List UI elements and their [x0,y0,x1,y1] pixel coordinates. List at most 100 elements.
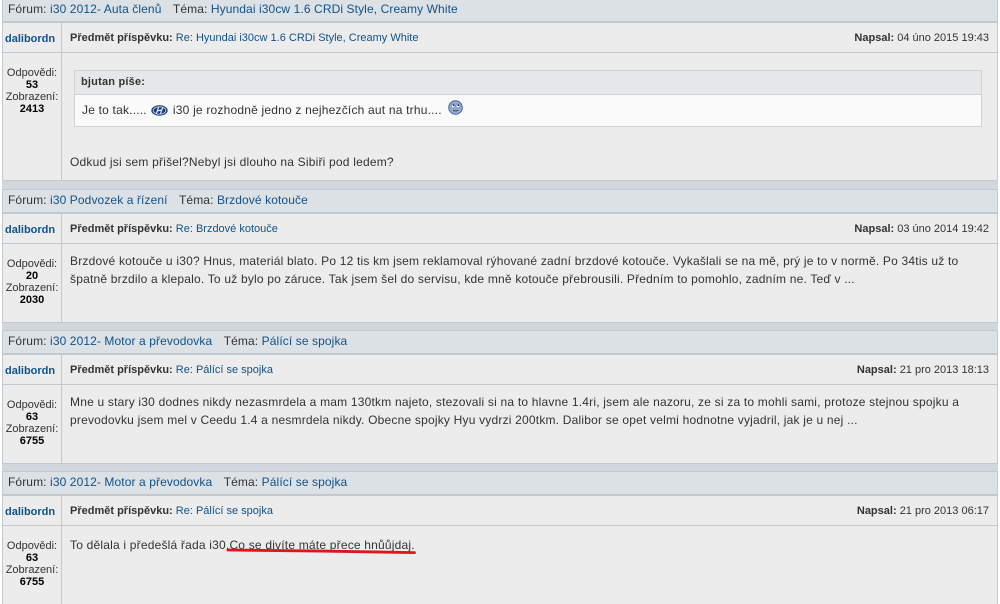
topic-stats: Odpovědi: 53 Zobrazení: 2413 [3,53,61,180]
post-meta: Předmět příspěvku: Re: Pálící se spojka … [62,496,997,525]
posted-date: 03 úno 2014 19:42 [897,222,989,235]
topic-stats: Odpovědi: 20 Zobrazení: 2030 [3,244,61,322]
result-header: Fórum: i30 2012- Motor a převodovka Téma… [3,331,997,353]
subject-link[interactable]: Re: Hyundai i30cw 1.6 CRDi Style, Creamy… [176,32,419,44]
author-cell: dalibordn [3,23,61,52]
views-count: 6755 [19,576,45,588]
subject-label: Předmět příspěvku: [70,363,173,376]
subject-label: Předmět příspěvku: [70,504,173,517]
subject-link[interactable]: Re: Pálící se spojka [176,505,273,517]
author-cell: dalibordn [3,496,61,525]
result-block: Fórum: i30 Podvozek a řízení Téma: Brzdo… [2,189,998,323]
post-text: Brzdové kotouče u i30? Hnus, materiál bl… [70,254,959,286]
post-meta: Předmět příspěvku: Re: Pálící se spojka … [62,355,997,384]
smiley-icon [448,100,464,116]
forum-link[interactable]: i30 Podvozek a řízení [50,193,168,207]
forum-label: Fórum: [8,475,47,489]
posted: Napsal: 03 úno 2014 19:42 [854,223,989,235]
subject: Předmět příspěvku: Re: Pálící se spojka [70,505,273,517]
posted-label: Napsal: [854,222,895,235]
replies-count: 20 [25,270,39,282]
post-content: Mne u stary i30 dodnes nikdy nezasmrdela… [62,385,997,463]
posted-date: 04 úno 2015 19:43 [897,31,989,44]
posted: Napsal: 04 úno 2015 19:43 [854,32,989,44]
topic-label: Téma: [223,334,259,348]
author-link[interactable]: dalibordn [5,224,55,236]
quote-text-start: Je to tak..... [82,103,147,117]
views-label: Zobrazení: [5,91,59,103]
posted: Napsal: 21 pro 2013 18:13 [857,364,989,376]
post-text: Mne u stary i30 dodnes nikdy nezasmrdela… [70,395,960,427]
posted-date: 21 pro 2013 06:17 [899,504,989,517]
forum-label: Fórum: [8,334,47,348]
author-link[interactable]: dalibordn [5,33,55,45]
views-label: Zobrazení: [5,423,59,435]
underlined-text: Co se divíte máte přece hnůůjdaj. [229,538,414,552]
result-header: Fórum: i30 Podvozek a řízení Téma: Brzdo… [3,190,997,212]
subject: Předmět příspěvku: Re: Hyundai i30cw 1.6… [70,32,418,44]
post-body-row: Odpovědi: 63 Zobrazení: 6755 To dělala i… [3,526,997,604]
quote-body: Je to tak..... i30 je rozhodně jedno z n… [75,95,981,126]
replies-label: Odpovědi: [6,258,58,270]
views-count: 6755 [19,435,45,447]
search-results-page: Fórum: i30 2012- Auta členů Téma: Hyunda… [0,0,1000,604]
posted-label: Napsal: [856,504,897,517]
post-meta-row: dalibordn Předmět příspěvku: Re: Pálící … [3,355,997,384]
author-link[interactable]: dalibordn [5,365,55,377]
post-text-line: To dělala i předešlá řada i30.Co se diví… [70,536,989,554]
post-meta-row: dalibordn Předmět příspěvku: Re: Hyundai… [3,23,997,52]
forum-link[interactable]: i30 2012- Motor a převodovka [50,334,212,348]
topic-stats: Odpovědi: 63 Zobrazení: 6755 [3,385,61,463]
replies-label: Odpovědi: [6,540,58,552]
quote-box: bjutan píše: Je to tak..... i30 je rozho… [74,70,982,127]
topic-label: Téma: [223,475,259,489]
replies-label: Odpovědi: [6,67,58,79]
result-block: Fórum: i30 2012- Motor a převodovka Téma… [2,471,998,604]
posted-label: Napsal: [856,363,897,376]
post-meta: Předmět příspěvku: Re: Brzdové kotouče N… [62,214,997,243]
post-meta: Předmět příspěvku: Re: Hyundai i30cw 1.6… [62,23,997,52]
red-underline-annotation [226,548,416,554]
result-header: Fórum: i30 2012- Motor a převodovka Téma… [3,472,997,494]
replies-count: 63 [25,552,39,564]
post-meta-row: dalibordn Předmět příspěvku: Re: Pálící … [3,496,997,525]
post-meta-row: dalibordn Předmět příspěvku: Re: Brzdové… [3,214,997,243]
result-block: Fórum: i30 2012- Auta členů Téma: Hyunda… [2,0,998,181]
author-link[interactable]: dalibordn [5,506,55,518]
subject: Předmět příspěvku: Re: Pálící se spojka [70,364,273,376]
post-content: bjutan píše: Je to tak..... i30 je rozho… [62,53,997,180]
search-results-table: Fórum: i30 2012- Auta členů Téma: Hyunda… [2,0,998,604]
author-cell: dalibordn [3,355,61,384]
replies-count: 53 [25,79,39,91]
topic-link[interactable]: Pálící se spojka [262,334,348,348]
posted-label: Napsal: [854,31,895,44]
topic-link[interactable]: Hyundai i30cw 1.6 CRDi Style, Creamy Whi… [211,2,458,16]
post-text: To dělala i předešlá řada i30. [70,538,230,552]
posted: Napsal: 21 pro 2013 06:17 [857,505,989,517]
forum-link[interactable]: i30 2012- Auta členů [50,2,161,16]
author-cell: dalibordn [3,214,61,243]
smiley-icon-graphic [448,100,464,116]
post-content: Brzdové kotouče u i30? Hnus, materiál bl… [62,244,997,322]
forum-link[interactable]: i30 2012- Motor a převodovka [50,475,212,489]
post-body-row: Odpovědi: 53 Zobrazení: 2413 bjutan píše… [3,53,997,180]
views-count: 2030 [19,294,45,306]
subject-link[interactable]: Re: Brzdové kotouče [176,223,278,235]
forum-label: Fórum: [8,2,47,16]
topic-link[interactable]: Pálící se spojka [262,475,348,489]
subject-label: Předmět příspěvku: [70,222,173,235]
subject: Předmět příspěvku: Re: Brzdové kotouče [70,223,278,235]
replies-count: 63 [25,411,39,423]
post-text: Odkud jsi sem přišel?Nebyl jsi dlouho na… [70,155,394,169]
quote-text-end: i30 je rozhodně jedno z nejhezčích aut n… [172,103,442,117]
result-block: Fórum: i30 2012- Motor a převodovka Téma… [2,330,998,464]
subject-link[interactable]: Re: Pálící se spojka [176,364,273,376]
subject-label: Předmět příspěvku: [70,31,173,44]
posted-date: 21 pro 2013 18:13 [899,363,989,376]
topic-link[interactable]: Brzdové kotouče [217,193,308,207]
topic-label: Téma: [179,193,214,207]
topic-stats: Odpovědi: 63 Zobrazení: 6755 [3,526,61,604]
views-label: Zobrazení: [5,564,59,576]
forum-label: Fórum: [8,193,47,207]
views-label: Zobrazení: [5,282,59,294]
